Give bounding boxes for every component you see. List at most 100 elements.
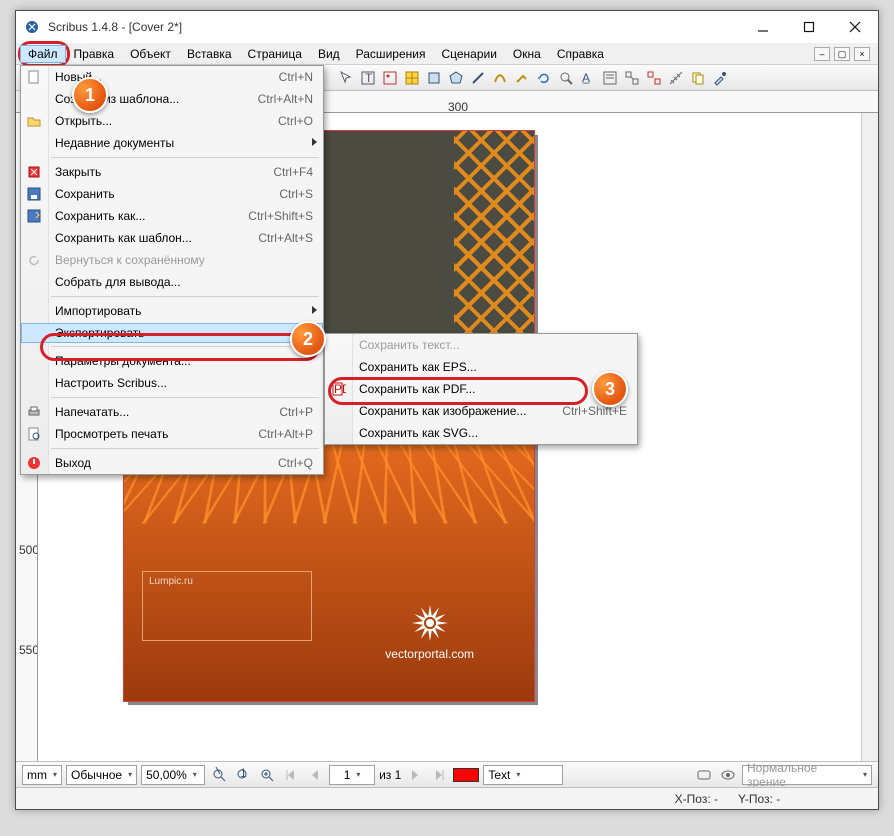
menu-insert[interactable]: Вставка [179,45,240,63]
tool-edit-text-icon[interactable]: A̲ [578,68,598,88]
tool-story-editor-icon[interactable] [600,68,620,88]
zoom-out-icon[interactable] [209,765,229,785]
tool-select-icon[interactable] [336,68,356,88]
vision-mode-select[interactable]: Нормальное зрение▾ [742,765,872,785]
menu-object[interactable]: Объект [122,45,179,63]
submenu-save-image[interactable]: Сохранить как изображение...Ctrl+Shift+E [325,400,637,422]
tool-zoom-icon[interactable] [556,68,576,88]
menu-page[interactable]: Страница [240,45,310,63]
ruler-tick: 300 [448,100,468,113]
zoom-input[interactable]: 50,00%▾ [141,765,205,785]
minimize-button[interactable] [740,11,786,43]
zoom-reset-icon[interactable]: 1 [233,765,253,785]
tool-polygon-icon[interactable] [446,68,466,88]
tool-bezier-icon[interactable] [490,68,510,88]
tool-rotate-icon[interactable] [534,68,554,88]
ruler-tick: 500 [19,543,38,557]
menu-edit[interactable]: Правка [66,45,123,63]
status-bar: X-Поз: - Y-Поз: - [16,787,878,809]
svg-text:1: 1 [240,767,247,780]
layer-color-swatch[interactable] [453,768,479,782]
tool-unlink-icon[interactable] [644,68,664,88]
menu-save[interactable]: СохранитьCtrl+S [21,183,323,205]
ruler-tick: 550 [19,643,38,657]
menu-recent[interactable]: Недавние документы [21,132,323,154]
save-as-icon [26,208,42,224]
menu-close-doc[interactable]: ЗакрытьCtrl+F4 [21,161,323,183]
page-text-frame[interactable]: Lumpic.ru [142,571,312,641]
mdi-minimize-button[interactable]: – [814,47,830,61]
page-number-input[interactable]: 1▾ [329,765,375,785]
maximize-button[interactable] [786,11,832,43]
tool-table-icon[interactable] [402,68,422,88]
layer-select[interactable]: Text▾ [483,765,563,785]
menu-new[interactable]: Новый...Ctrl+N [21,66,323,88]
menu-revert: Вернуться к сохранённому [21,249,323,271]
close-button[interactable] [832,11,878,43]
tool-textframe-icon[interactable]: T [358,68,378,88]
menu-help[interactable]: Справка [549,45,612,63]
tool-shape-icon[interactable] [424,68,444,88]
menu-open[interactable]: Открыть...Ctrl+O [21,110,323,132]
save-icon [26,186,42,202]
page-first-icon[interactable] [281,765,301,785]
menu-view[interactable]: Вид [310,45,348,63]
page-logo-text: vectorportal.com [385,647,474,661]
vertical-scrollbar[interactable] [861,113,878,761]
print-icon [26,404,42,420]
export-submenu: Сохранить текст... Сохранить как EPS... … [324,333,638,445]
menu-windows[interactable]: Окна [505,45,549,63]
close-doc-icon [26,164,42,180]
cms-icon[interactable] [694,765,714,785]
titlebar: Scribus 1.4.8 - [Cover 2*] [16,11,878,43]
menu-print-preview[interactable]: Просмотреть печатьCtrl+Alt+P [21,423,323,445]
tool-measure-icon[interactable] [666,68,686,88]
annotation-callout-3: 3 [592,371,628,407]
preview-icon[interactable] [718,765,738,785]
submenu-save-pdf[interactable]: PDF Сохранить как PDF... [325,378,637,400]
tool-imageframe-icon[interactable] [380,68,400,88]
menu-save-as[interactable]: Сохранить как...Ctrl+Shift+S [21,205,323,227]
zoom-in-icon[interactable] [257,765,277,785]
app-icon [24,19,40,35]
page-prev-icon[interactable] [305,765,325,785]
tool-copyprops-icon[interactable] [688,68,708,88]
page-last-icon[interactable] [429,765,449,785]
menu-scripts[interactable]: Сценарии [433,45,504,63]
ypos-label: Y-Поз: [738,792,773,806]
mdi-restore-button[interactable]: ▢ [834,47,850,61]
xpos-value: - [714,792,718,806]
menu-file[interactable]: Файл [20,45,66,63]
page-next-icon[interactable] [405,765,425,785]
submenu-save-eps[interactable]: Сохранить как EPS... [325,356,637,378]
menu-collect[interactable]: Собрать для вывода... [21,271,323,293]
menu-document-setup[interactable]: Параметры документа... [21,350,323,372]
menubar: Файл Правка Объект Вставка Страница Вид … [16,43,878,65]
menu-new-from-template[interactable]: Создать из шаблона...Ctrl+Alt+N [21,88,323,110]
tool-eyedropper-icon[interactable] [710,68,730,88]
svg-text:T: T [365,71,373,85]
tool-link-icon[interactable] [622,68,642,88]
page-of-label: из 1 [379,768,401,782]
tool-freehand-icon[interactable] [512,68,532,88]
revert-icon [26,252,42,268]
xpos-label: X-Поз: [675,792,711,806]
menu-import[interactable]: Импортировать [21,300,323,322]
menu-export[interactable]: Экспортировать [21,323,323,343]
page-bottom-graphic: Lumpic.ru [124,441,534,701]
quality-select[interactable]: Обычное▾ [66,765,137,785]
menu-preferences[interactable]: Настроить Scribus... [21,372,323,394]
submenu-save-svg[interactable]: Сохранить как SVG... [325,422,637,444]
open-icon [26,113,42,129]
tool-line-icon[interactable] [468,68,488,88]
pdf-icon: PDF [330,381,346,397]
menu-extensions[interactable]: Расширения [348,45,434,63]
menu-quit[interactable]: ВыходCtrl+Q [21,452,323,474]
quit-icon [26,455,42,471]
window: Scribus 1.4.8 - [Cover 2*] Файл Правка О… [15,10,879,810]
menu-print[interactable]: Напечатать...Ctrl+P [21,401,323,423]
menu-save-template[interactable]: Сохранить как шаблон...Ctrl+Alt+S [21,227,323,249]
page-logo: vectorportal.com [385,603,474,661]
unit-select[interactable]: mm▾ [22,765,62,785]
mdi-close-button[interactable]: × [854,47,870,61]
